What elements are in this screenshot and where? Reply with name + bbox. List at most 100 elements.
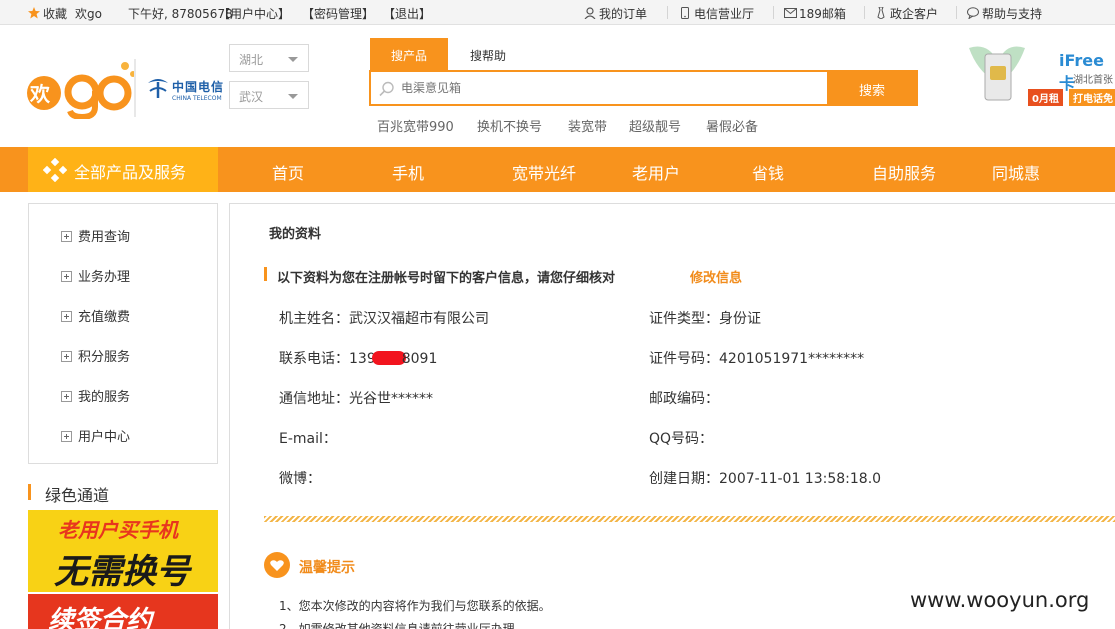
- sidebar-item-recharge[interactable]: 充值缴费: [61, 306, 130, 325]
- chat-icon: [967, 7, 979, 20]
- nav-save-money[interactable]: 省钱: [752, 160, 784, 184]
- svg-text:欢: 欢: [29, 82, 51, 106]
- province-select[interactable]: 湖北: [229, 44, 309, 72]
- expand-icon: [61, 431, 72, 442]
- huango-logo-icon: 欢: [27, 62, 136, 119]
- hot-keyword[interactable]: 超级靓号: [629, 116, 681, 135]
- weibo-field: 微博：: [279, 471, 321, 487]
- expand-icon: [61, 311, 72, 322]
- logo-divider: [134, 59, 136, 117]
- mail-link[interactable]: 189邮箱: [784, 5, 846, 22]
- search-button[interactable]: 搜索: [827, 71, 917, 105]
- section-marker: [264, 267, 267, 281]
- promo-tag: 打电话免: [1069, 89, 1115, 106]
- chevron-down-icon: [288, 94, 298, 99]
- address-value: 光谷世******: [349, 391, 433, 407]
- sim-card-wings-icon: [969, 46, 1025, 101]
- telecom-name: 中国电信: [172, 80, 225, 94]
- password-link[interactable]: 【密码管理】: [302, 5, 374, 22]
- address-field: 通信地址：光谷世******: [279, 391, 433, 407]
- trade-in-banner[interactable]: 老用户买手机 无需换号: [28, 510, 218, 592]
- owner-field: 机主姓名：武汉汉福超市有限公司: [279, 311, 489, 327]
- ifree-promo-banner[interactable]: iFree卡 湖北首张 0月租 打电话免: [967, 40, 1115, 118]
- china-telecom-icon: [148, 79, 168, 98]
- promo-tag: 0月租: [1028, 89, 1063, 106]
- promo-sub: 湖北首张: [1073, 75, 1113, 86]
- mail-icon: [784, 7, 797, 19]
- hot-keyword[interactable]: 百兆宽带990: [377, 116, 454, 135]
- telecom-hall-link[interactable]: 电信营业厅: [679, 5, 754, 22]
- divider: [864, 6, 865, 19]
- section-subtitle: 以下资料为您在注册帐号时留下的客户信息，请您仔细核对: [277, 271, 616, 286]
- created-date-field: 创建日期：2007-11-01 13:58:18.0: [649, 471, 882, 487]
- zip-field: 邮政编码：: [649, 391, 719, 407]
- divider: [773, 6, 774, 19]
- email-field: E-mail：: [279, 431, 337, 447]
- id-number-value: 4201051971********: [719, 351, 865, 367]
- hot-keyword[interactable]: 装宽带: [568, 116, 607, 135]
- tips-title: 温馨提示: [299, 560, 355, 576]
- id-type-field: 证件类型：身份证: [649, 311, 761, 327]
- user-center-link[interactable]: 【用户中心】: [218, 5, 290, 22]
- divider: [956, 6, 957, 19]
- edit-info-link[interactable]: 修改信息: [690, 267, 742, 286]
- favorite-link[interactable]: 收藏: [28, 5, 67, 22]
- tie-icon: [875, 6, 887, 20]
- help-link[interactable]: 帮助与支持: [967, 5, 1042, 22]
- my-orders-link[interactable]: 我的订单: [584, 5, 647, 22]
- gov-link[interactable]: 政企客户: [875, 5, 938, 22]
- star-icon: [28, 7, 40, 19]
- tab-search-products[interactable]: 搜产品: [370, 38, 448, 70]
- search-icon: [379, 81, 394, 97]
- sidebar-item-points[interactable]: 积分服务: [61, 346, 130, 365]
- created-date-value: 2007-11-01 13:58:18.0: [719, 471, 882, 487]
- dashed-divider: [264, 516, 1115, 522]
- user-icon: [584, 7, 596, 20]
- banner-line: 续签合约: [48, 606, 153, 629]
- chevron-down-icon: [288, 57, 298, 62]
- tip-line: 1、您本次修改的内容将作为我们与您联系的依据。: [279, 599, 551, 613]
- expand-icon: [61, 351, 72, 362]
- sidebar-item-my-services[interactable]: 我的服务: [61, 386, 130, 405]
- city-select[interactable]: 武汉: [229, 81, 309, 109]
- divider: [667, 6, 668, 19]
- hot-keyword[interactable]: 暑假必备: [706, 116, 758, 135]
- banner-line: 老用户买手机: [58, 518, 178, 542]
- search-input[interactable]: [401, 78, 821, 98]
- renew-contract-banner[interactable]: 续签合约: [28, 594, 218, 629]
- grid-diamond-icon: [43, 158, 67, 182]
- nav-existing-users[interactable]: 老用户: [632, 160, 680, 184]
- sidebar-item-business[interactable]: 业务办理: [61, 266, 130, 285]
- id-type-value: 身份证: [719, 311, 761, 327]
- nav-local-deals[interactable]: 同城惠: [992, 160, 1040, 184]
- section-marker: [28, 484, 31, 500]
- sidebar-item-billing[interactable]: 费用查询: [61, 226, 130, 245]
- phone-value-end: 8091: [401, 351, 438, 367]
- expand-icon: [61, 271, 72, 282]
- page-title: 我的资料: [269, 227, 322, 242]
- all-products-menu[interactable]: 全部产品及服务: [28, 147, 218, 192]
- heart-icon: [264, 552, 290, 578]
- hot-keyword[interactable]: 换机不换号: [477, 116, 542, 135]
- nav-broadband[interactable]: 宽带光纤: [512, 160, 576, 184]
- owner-value: 武汉汉福超市有限公司: [349, 311, 489, 327]
- redaction-mask: [371, 351, 406, 365]
- watermark: www.wooyun.org: [910, 588, 1090, 612]
- qq-field: QQ号码：: [649, 431, 714, 447]
- sidebar-item-user-center[interactable]: 用户中心: [61, 426, 130, 445]
- tab-search-help[interactable]: 搜帮助: [470, 47, 506, 64]
- tip-line: 2、如需修改其他资料信息请前往营业厅办理。: [279, 622, 527, 629]
- phone-field: 联系电话：139 8091: [279, 351, 438, 367]
- phone-icon: [679, 7, 691, 19]
- id-number-field: 证件号码：4201051971********: [649, 351, 865, 367]
- green-channel-title: 绿色通道: [45, 486, 110, 505]
- nav-phones[interactable]: 手机: [392, 160, 424, 184]
- nav-home[interactable]: 首页: [272, 160, 304, 184]
- nav-self-service[interactable]: 自助服务: [872, 160, 936, 184]
- telecom-name-en: CHINA TELECOM: [172, 95, 222, 102]
- greeting-text: 下午好, 87805678: [128, 7, 233, 21]
- logout-link[interactable]: 【退出】: [383, 5, 431, 22]
- expand-icon: [61, 231, 72, 242]
- expand-icon: [61, 391, 72, 402]
- sidebar: 费用查询 业务办理 充值缴费 积分服务 我的服务 用户中心: [28, 203, 218, 464]
